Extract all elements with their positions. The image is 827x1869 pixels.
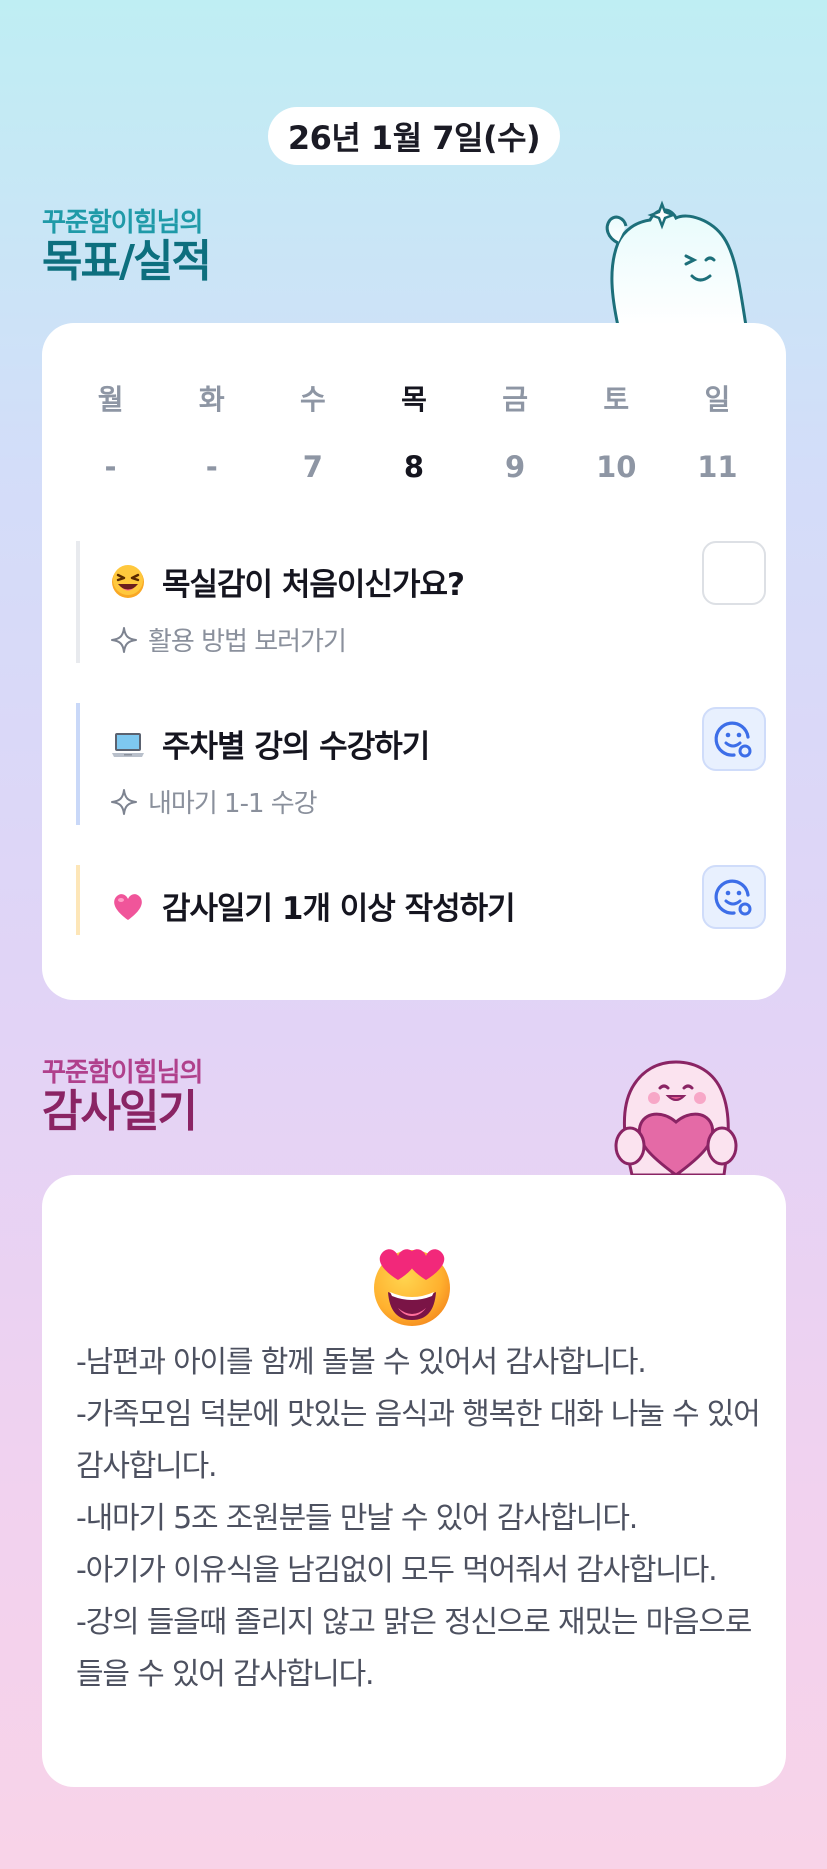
goal-sub-label: 내마기 1-1 수강: [148, 789, 318, 819]
goal-checkbox[interactable]: [702, 541, 766, 605]
pink-heart-icon: [114, 893, 142, 920]
goals-card: 월 화 수 목 금 토 일 - - 7 8 9 10 11 목실감이 처음이신가…: [42, 323, 786, 1000]
date-row: - - 7 8 9 10 11: [60, 450, 768, 484]
goal-title-row: 목실감이 처음이신가요?: [110, 559, 465, 604]
date-number-selected[interactable]: 8: [363, 450, 464, 484]
weekday-label[interactable]: 화: [161, 378, 262, 418]
goal-title: 주차별 강의 수강하기: [162, 729, 430, 765]
date-number[interactable]: 10: [566, 450, 667, 484]
goal-title-row: 주차별 강의 수강하기: [110, 721, 430, 766]
smile-check-icon: [714, 721, 752, 758]
laptop-icon: [112, 732, 144, 757]
date-number[interactable]: 9: [465, 450, 566, 484]
goal-item[interactable]: 감사일기 1개 이상 작성하기: [76, 865, 766, 935]
diary-section-title: 감사일기: [42, 1086, 198, 1137]
date-number[interactable]: -: [60, 450, 161, 484]
weekday-row: 월 화 수 목 금 토 일: [60, 378, 768, 418]
laughing-face-icon: [112, 564, 144, 598]
goal-title: 목실감이 처음이신가요?: [162, 567, 465, 603]
diary-line: -강의 들을때 졸리지 않고 맑은 정신으로 재밌는 마음으로 들을 수 있어 …: [76, 1605, 752, 1692]
weekday-label[interactable]: 금: [465, 378, 566, 418]
goal-title: 감사일기 1개 이상 작성하기: [162, 891, 516, 927]
goals-section-header: 꾸준함이힘님의 목표/실적: [42, 208, 212, 287]
diary-section-header: 꾸준함이힘님의 감사일기: [42, 1058, 203, 1137]
goals-owner-label: 꾸준함이힘님의: [42, 208, 203, 238]
date-number[interactable]: 7: [262, 450, 363, 484]
date-pill[interactable]: 26년 1월 7일(수): [268, 107, 560, 165]
goal-item[interactable]: 주차별 강의 수강하기 내마기 1-1 수강: [76, 703, 766, 825]
diary-card: -남편과 아이를 함께 돌볼 수 있어서 감사합니다. -가족모임 덕분에 맛있…: [42, 1175, 786, 1787]
goal-item[interactable]: 목실감이 처음이신가요? 활용 방법 보러가기: [76, 541, 766, 663]
heart-eyes-face-icon: [374, 1249, 450, 1326]
goal-help-link[interactable]: 활용 방법 보러가기: [110, 621, 347, 658]
goal-done-button[interactable]: [702, 707, 766, 771]
ghost-mascot-icon: [605, 200, 748, 326]
weekday-label[interactable]: 토: [566, 378, 667, 418]
weekday-label[interactable]: 일: [667, 378, 768, 418]
diary-line: -가족모임 덕분에 맛있는 음식과 행복한 대화 나눌 수 있어 감사합니다.: [76, 1397, 761, 1484]
weekday-label[interactable]: 수: [262, 378, 363, 418]
diary-line: -남편과 아이를 함께 돌볼 수 있어서 감사합니다.: [76, 1345, 647, 1380]
sparkle-icon: [111, 788, 137, 815]
weekday-label[interactable]: 월: [60, 378, 161, 418]
diary-text: -남편과 아이를 함께 돌볼 수 있어서 감사합니다. -가족모임 덕분에 맛있…: [76, 1337, 766, 1701]
date-number[interactable]: 11: [667, 450, 768, 484]
goal-done-button[interactable]: [702, 865, 766, 929]
date-number[interactable]: -: [161, 450, 262, 484]
sparkle-icon: [111, 626, 137, 653]
diary-owner-label: 꾸준함이힘님의: [42, 1058, 203, 1088]
heart-mascot-icon: [614, 1060, 738, 1175]
goal-title-row: 감사일기 1개 이상 작성하기: [110, 883, 516, 928]
diary-line: -아기가 이유식을 남김없이 모두 먹어줘서 감사합니다.: [76, 1553, 718, 1588]
goal-sub-row: 내마기 1-1 수강: [110, 783, 318, 820]
weekday-label-selected[interactable]: 목: [363, 378, 464, 418]
smile-check-icon: [714, 879, 752, 916]
goal-sub-label: 활용 방법 보러가기: [148, 627, 347, 657]
goals-section-title: 목표/실적: [42, 236, 212, 287]
diary-line: -내마기 5조 조원분들 만날 수 있어 감사합니다.: [76, 1501, 638, 1536]
